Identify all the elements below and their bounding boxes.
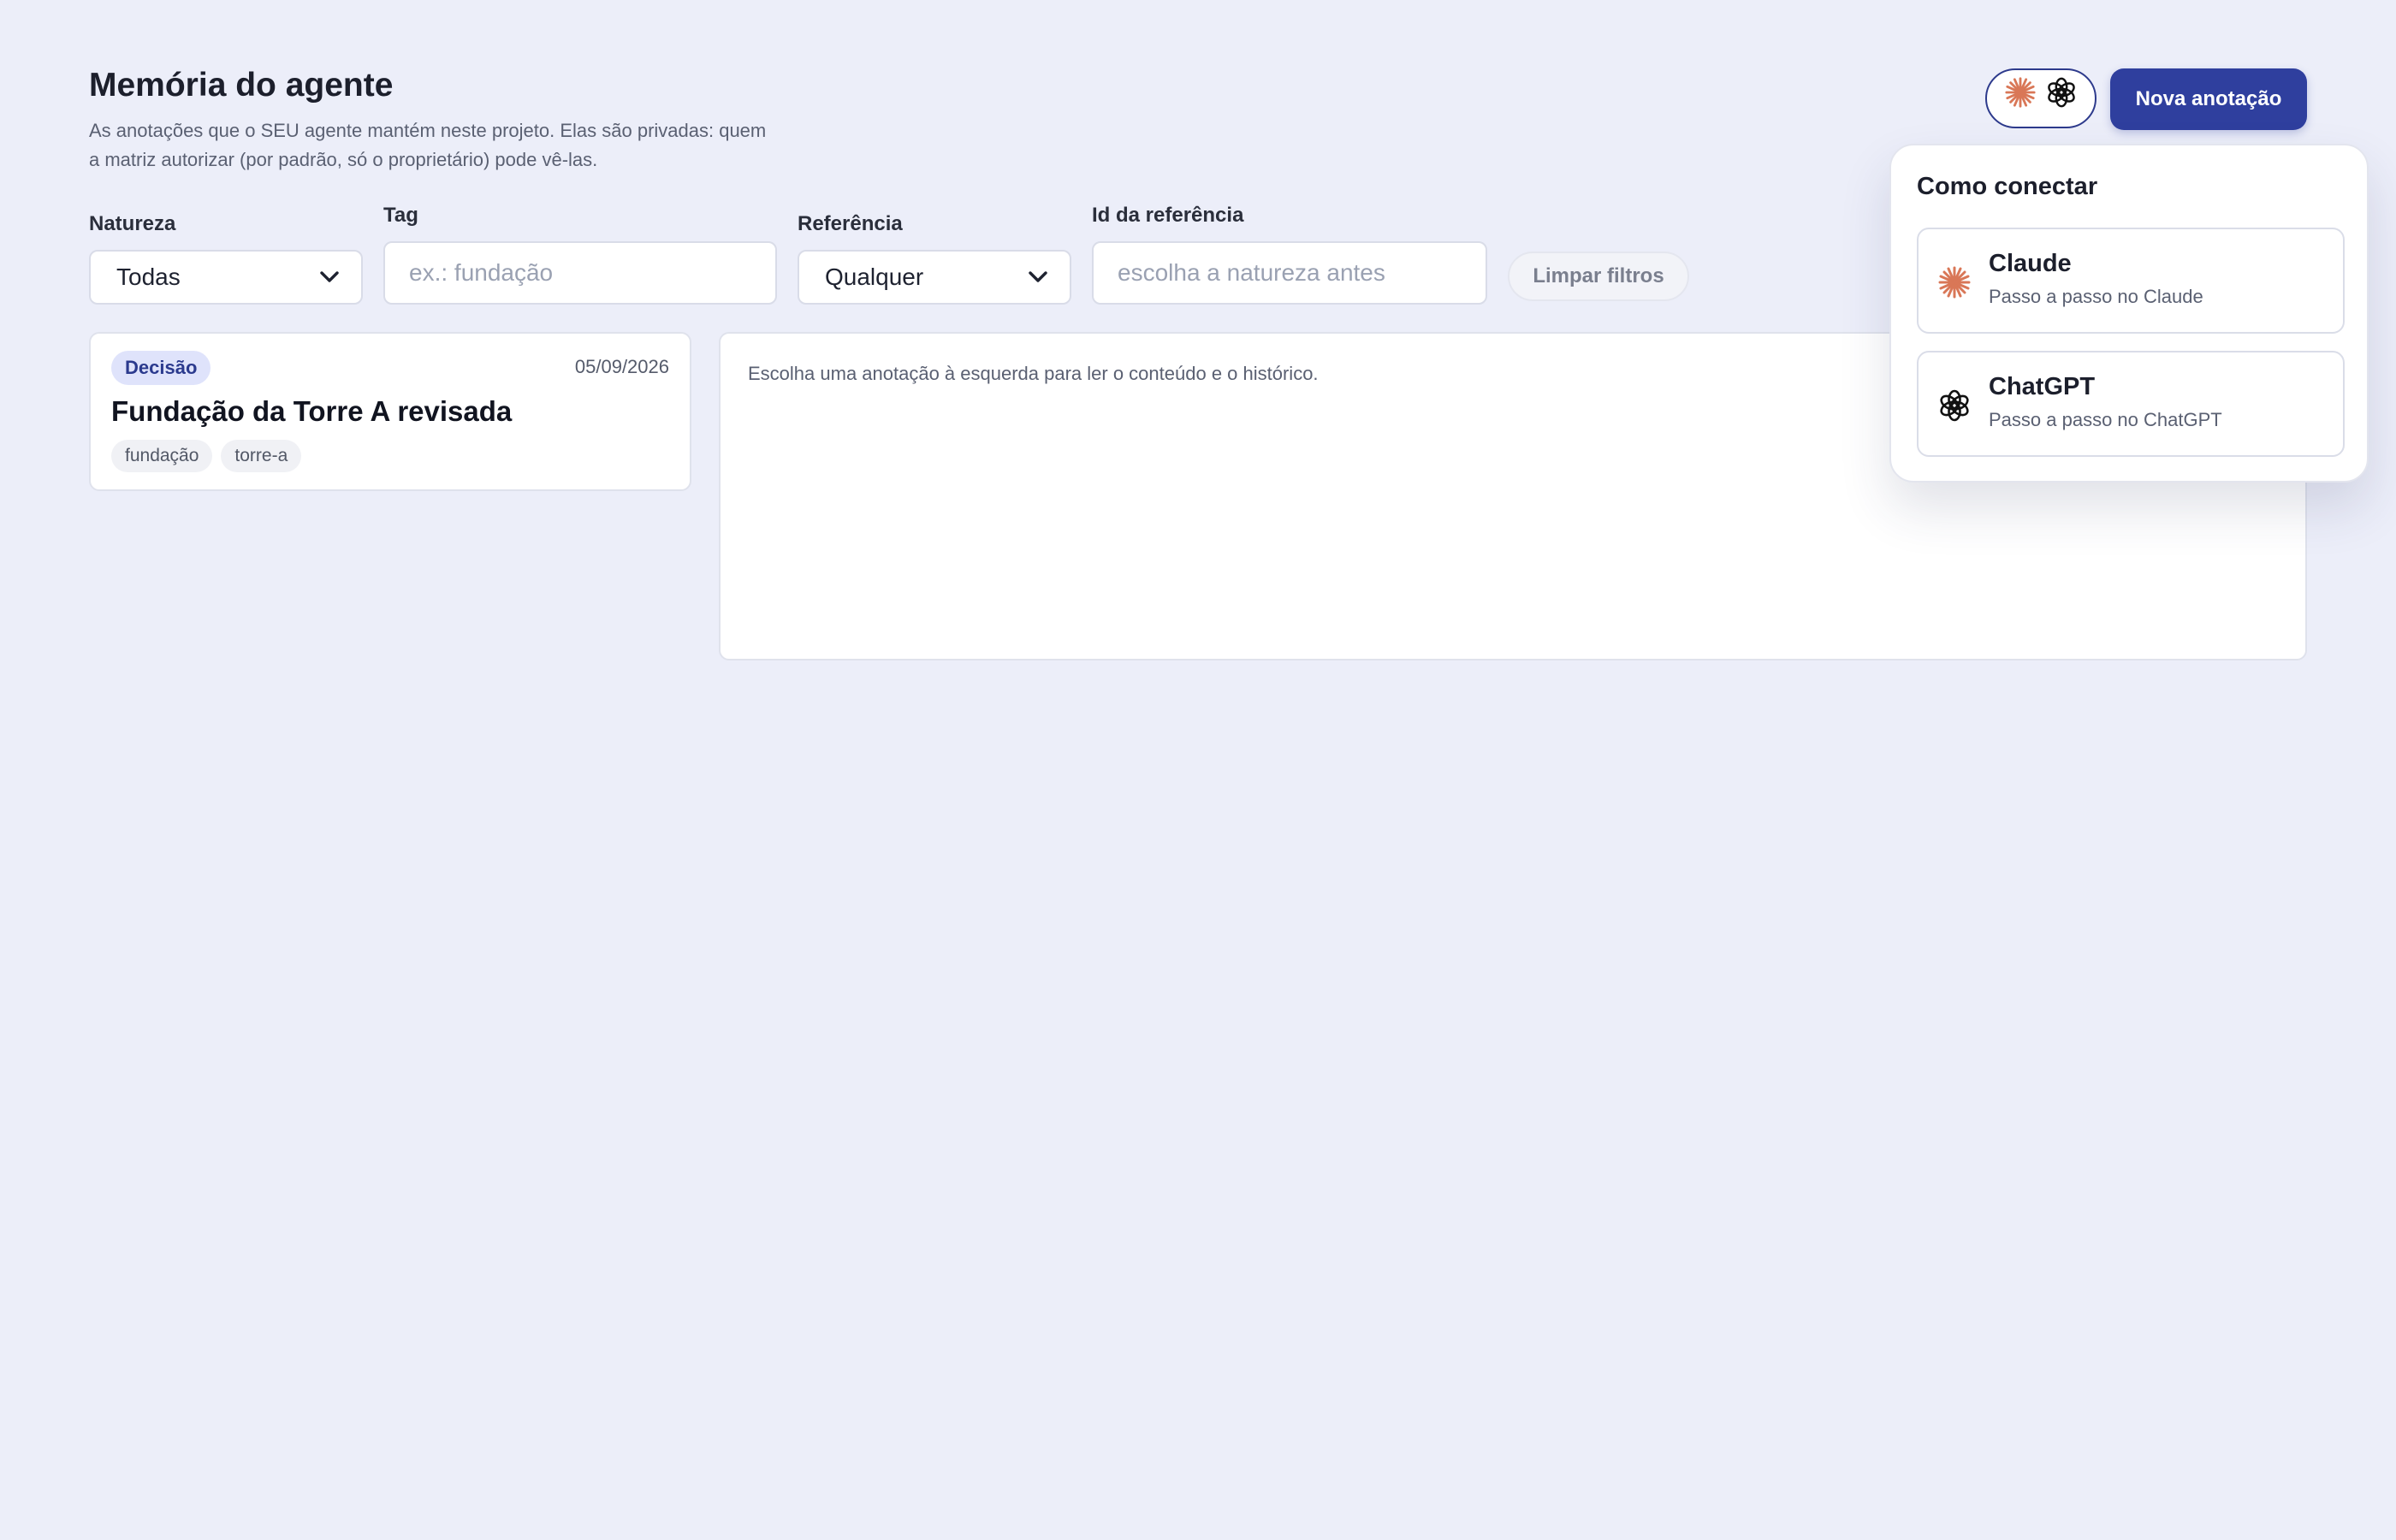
note-card[interactable]: Decisão 05/09/2026 Fundação da Torre A r…: [89, 332, 691, 491]
provider-subtitle: Passo a passo no ChatGPT: [1989, 409, 2222, 430]
popover-title: Como conectar: [1917, 173, 2098, 200]
claude-icon: [2005, 77, 2036, 108]
claude-icon: [1938, 266, 1971, 299]
provider-subtitle: Passo a passo no Claude: [1989, 286, 2203, 307]
reference-select[interactable]: Qualquer: [798, 250, 1071, 305]
page-subtitle: As anotações que o SEU agente mantém nes…: [89, 120, 767, 170]
tag-input[interactable]: ex.: fundação: [383, 241, 777, 305]
chatgpt-icon: [1940, 389, 1969, 422]
chatgpt-option[interactable]: ChatGPT Passo a passo no ChatGPT: [1917, 351, 2345, 457]
chevron-down-icon: [320, 271, 339, 282]
nature-badge: Decisão: [111, 351, 211, 385]
provider-name: Claude: [1989, 250, 2072, 277]
nature-select-value: Todas: [116, 264, 181, 290]
detail-empty-hint: Escolha uma anotação à esquerda para ler…: [748, 363, 1319, 384]
connect-popover: Como conectar Claude Passo a passo no Cl…: [1889, 144, 2369, 483]
agent-memory-page: Memória do agente As anotações que o SEU…: [0, 0, 2396, 1540]
note-date: 05/09/2026: [574, 356, 669, 377]
new-note-button[interactable]: Nova anotação: [2110, 68, 2307, 130]
page-title: Memória do agente: [89, 67, 394, 104]
reference-id-input[interactable]: escolha a natureza antes: [1092, 241, 1487, 305]
reference-id-filter-label: Id da referência: [1092, 204, 1244, 227]
connect-toggle-button[interactable]: [1985, 68, 2096, 128]
tag-chip: torre-a: [221, 440, 302, 472]
nature-filter-label: Natureza: [89, 212, 176, 235]
chatgpt-icon: [2048, 77, 2075, 108]
chevron-down-icon: [1029, 271, 1047, 282]
tag-chip: fundação: [111, 440, 213, 472]
tag-list: fundação torre-a: [111, 440, 302, 472]
note-title: Fundação da Torre A revisada: [111, 395, 513, 427]
reference-filter-label: Referência: [798, 212, 903, 235]
claude-option[interactable]: Claude Passo a passo no Claude: [1917, 228, 2345, 334]
reference-select-value: Qualquer: [825, 264, 924, 290]
tag-filter-label: Tag: [383, 204, 418, 227]
clear-filters-button[interactable]: Limpar filtros: [1508, 252, 1689, 301]
provider-name: ChatGPT: [1989, 373, 2096, 400]
nature-select[interactable]: Todas: [89, 250, 363, 305]
